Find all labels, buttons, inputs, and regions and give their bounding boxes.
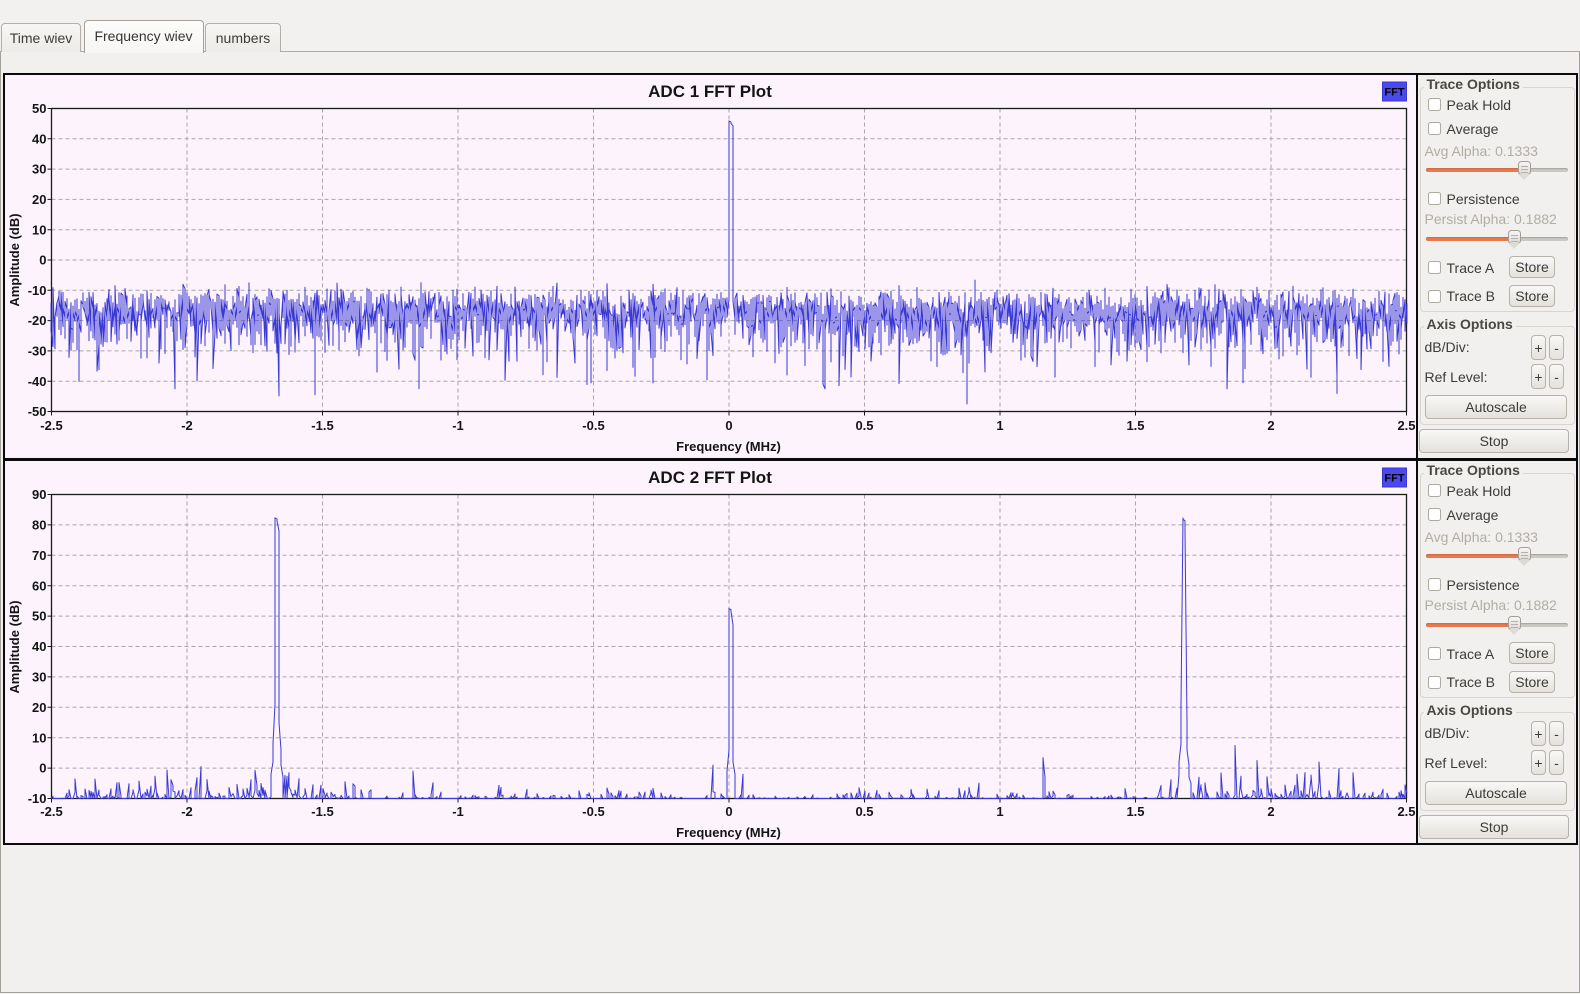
svg-text:70: 70 <box>32 548 46 563</box>
svg-text:Amplitude (dB): Amplitude (dB) <box>7 213 22 306</box>
svg-text:-30: -30 <box>27 344 46 359</box>
svg-text:Amplitude (dB): Amplitude (dB) <box>7 600 22 693</box>
svg-text:90: 90 <box>32 487 46 502</box>
svg-text:80: 80 <box>32 518 46 533</box>
svg-text:60: 60 <box>32 578 46 593</box>
svg-text:20: 20 <box>32 192 46 207</box>
svg-text:Frequency (MHz): Frequency (MHz) <box>676 825 781 840</box>
svg-text:0: 0 <box>725 418 732 433</box>
svg-text:20: 20 <box>32 700 46 715</box>
svg-text:-2.5: -2.5 <box>40 804 62 819</box>
svg-text:-2.5: -2.5 <box>40 418 62 433</box>
svg-text:2: 2 <box>1267 804 1274 819</box>
svg-text:-1: -1 <box>452 804 464 819</box>
svg-text:1: 1 <box>996 804 1003 819</box>
svg-text:0: 0 <box>39 253 46 268</box>
svg-text:40: 40 <box>32 131 46 146</box>
svg-text:-2: -2 <box>181 418 193 433</box>
svg-text:2.5: 2.5 <box>1397 418 1415 433</box>
svg-text:-0.5: -0.5 <box>582 418 604 433</box>
svg-text:0: 0 <box>725 804 732 819</box>
svg-text:2.5: 2.5 <box>1397 804 1415 819</box>
svg-text:50: 50 <box>32 609 46 624</box>
svg-text:FFT: FFT <box>1384 473 1404 485</box>
svg-text:FFT: FFT <box>1384 87 1404 99</box>
svg-text:10: 10 <box>32 730 46 745</box>
svg-text:30: 30 <box>32 670 46 685</box>
svg-text:0.5: 0.5 <box>855 418 873 433</box>
svg-text:-1.5: -1.5 <box>311 418 333 433</box>
svg-text:-40: -40 <box>27 374 46 389</box>
svg-text:1.5: 1.5 <box>1126 804 1144 819</box>
svg-text:40: 40 <box>32 639 46 654</box>
svg-text:1: 1 <box>996 418 1003 433</box>
svg-text:-0.5: -0.5 <box>582 804 604 819</box>
svg-text:Frequency (MHz): Frequency (MHz) <box>676 439 781 454</box>
svg-text:50: 50 <box>32 101 46 116</box>
svg-text:0.5: 0.5 <box>855 804 873 819</box>
svg-text:2: 2 <box>1267 418 1274 433</box>
svg-text:10: 10 <box>32 222 46 237</box>
svg-text:-1: -1 <box>452 418 464 433</box>
svg-text:30: 30 <box>32 162 46 177</box>
svg-text:-2: -2 <box>181 804 193 819</box>
svg-text:0: 0 <box>39 761 46 776</box>
svg-text:1.5: 1.5 <box>1126 418 1144 433</box>
svg-text:-10: -10 <box>27 283 46 298</box>
svg-text:-50: -50 <box>27 404 46 419</box>
svg-text:-20: -20 <box>27 313 46 328</box>
svg-text:ADC 1 FFT Plot: ADC 1 FFT Plot <box>648 82 772 101</box>
svg-text:-1.5: -1.5 <box>311 804 333 819</box>
svg-text:ADC 2 FFT Plot: ADC 2 FFT Plot <box>648 468 772 487</box>
